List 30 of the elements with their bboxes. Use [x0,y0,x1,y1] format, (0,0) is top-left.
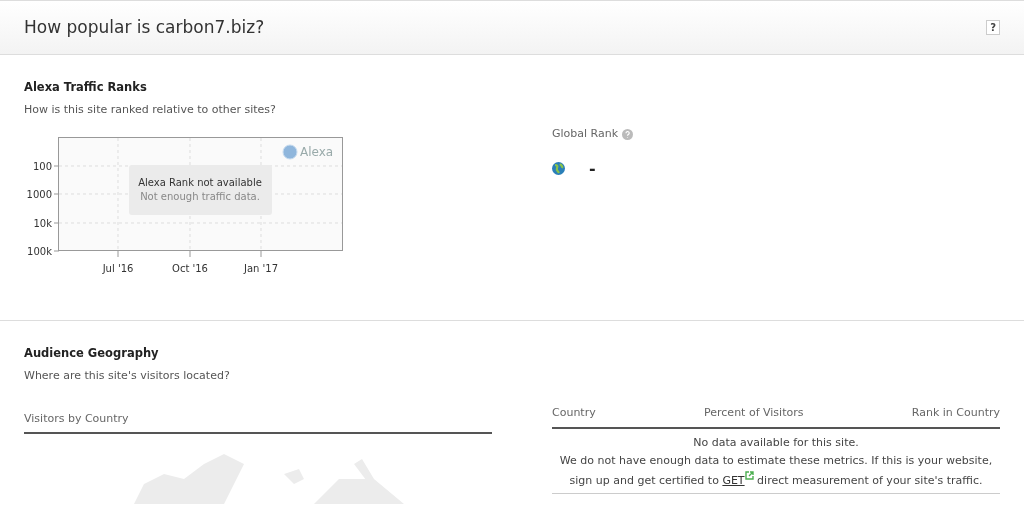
section-title: Audience Geography [24,345,160,362]
help-icon[interactable] [622,128,634,140]
notice-text: Not enough traffic data. [140,190,260,202]
external-link-icon [744,471,754,480]
section-title: Alexa Traffic Ranks [24,79,148,96]
section-subtitle: How is this site ranked relative to other sites? [24,102,277,119]
page-title: How popular is carbon7.biz? [24,17,265,38]
axis-label: 100k [27,245,52,257]
globe-icon [552,162,565,175]
chart-logo-text: Alexa [300,144,334,159]
axis-label: Oct '16 [172,262,208,274]
empty-message: No data available for this site. [692,434,860,451]
help-button[interactable]: ? [986,20,1000,35]
rank-label: Global Rank [552,126,619,142]
column-header: Country [552,405,596,421]
column-header: Rank in Country [911,405,1000,421]
column-header: Percent of Visitors [704,405,804,421]
section-subtitle: Where are this site's visitors located? [24,368,231,385]
axis-label: Jan '17 [243,262,279,274]
signup-link[interactable]: sign up and get certified [569,474,705,487]
axis-label: 1000 [26,188,52,200]
rank-value: - [589,157,596,180]
axis-label: 10k [33,217,52,229]
logo-icon [282,144,298,160]
get-link[interactable]: GET [722,474,745,487]
notice-title: Alexa Rank not available [138,176,262,188]
info-paragraph: We do not have enough data to estimate these metrics. If this is your website, sign up and get certified to GET direct measurement of your site's traffic. [552,451,1000,494]
map-title: Visitors by Country [24,410,492,435]
axis-label: Jul '16 [102,262,134,274]
axis-label: 100 [32,160,52,172]
